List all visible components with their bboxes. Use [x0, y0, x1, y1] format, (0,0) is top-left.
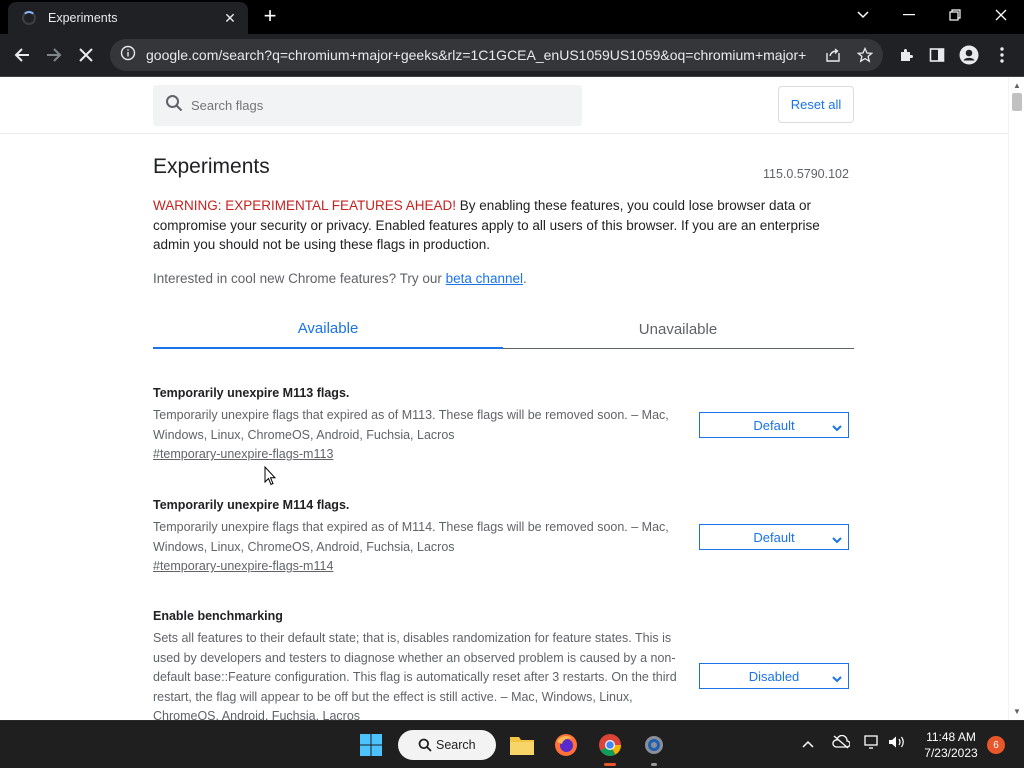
- search-flags-box[interactable]: [153, 85, 582, 126]
- flag-name: Temporarily unexpire M113 flags.: [153, 386, 350, 400]
- warning-heading: WARNING: EXPERIMENTAL FEATURES AHEAD!: [153, 198, 457, 213]
- show-hidden-icons-chevron-icon[interactable]: [802, 736, 814, 751]
- beta-channel-link[interactable]: beta channel: [446, 271, 523, 286]
- side-panel-icon[interactable]: [922, 40, 952, 70]
- tab-available[interactable]: Available: [153, 309, 503, 349]
- close-tab-icon[interactable]: ✕: [222, 10, 238, 27]
- share-icon[interactable]: [824, 46, 842, 64]
- system-clock[interactable]: 11:48 AM 7/23/2023: [918, 729, 984, 761]
- stop-loading-button[interactable]: [71, 40, 101, 70]
- version-label: 115.0.5790.102: [763, 167, 849, 181]
- flag-item: Temporarily unexpire M114 flags. Tempora…: [153, 498, 854, 573]
- mouse-cursor-icon: [264, 465, 277, 486]
- beta-note-text: Interested in cool new Chrome features? …: [153, 271, 446, 286]
- flag-state-select[interactable]: Default: [699, 524, 849, 550]
- flag-state-select[interactable]: Default: [699, 412, 849, 438]
- beta-note-end: .: [522, 271, 527, 286]
- back-button[interactable]: [7, 40, 37, 70]
- profile-avatar-icon[interactable]: [954, 40, 984, 70]
- tab-unavailable[interactable]: Unavailable: [503, 309, 853, 349]
- clock-time: 11:48 AM: [926, 730, 976, 744]
- tab-search-chevron-icon[interactable]: [840, 0, 886, 30]
- active-app-indicator: [604, 763, 616, 766]
- scroll-up-arrow-icon[interactable]: ▲: [1013, 81, 1021, 90]
- address-bar[interactable]: google.com/search?q=chromium+major+geeks…: [110, 39, 883, 71]
- network-icon[interactable]: [864, 735, 882, 752]
- page-scrollbar[interactable]: ▲ ▼: [1008, 77, 1024, 720]
- chrome-icon[interactable]: [594, 729, 626, 766]
- volume-icon[interactable]: [888, 735, 906, 752]
- chevron-down-icon: [832, 532, 842, 547]
- minimize-button[interactable]: [886, 0, 932, 30]
- new-tab-button[interactable]: +: [259, 5, 281, 27]
- search-icon: [418, 738, 432, 755]
- chevron-down-icon: [832, 671, 842, 686]
- flag-state-value: Disabled: [748, 668, 800, 684]
- notification-badge[interactable]: 6: [987, 736, 1005, 754]
- settings-gear-icon[interactable]: [638, 729, 670, 766]
- browser-tab[interactable]: Experiments ✕: [8, 2, 248, 34]
- chevron-down-icon: [832, 420, 842, 435]
- flag-description: Temporarily unexpire flags that expired …: [153, 408, 669, 442]
- windows-taskbar: Search 11:48 AM 7/23/2023 6: [0, 720, 1024, 768]
- search-flags-input[interactable]: [191, 98, 571, 113]
- flag-description: Sets all features to their default state…: [153, 631, 677, 720]
- open-app-indicator: [651, 763, 657, 766]
- loading-spinner-icon: [22, 11, 36, 25]
- tab-title: Experiments: [48, 11, 118, 25]
- address-url: google.com/search?q=chromium+major+geeks…: [146, 47, 806, 63]
- onedrive-cloud-icon[interactable]: [832, 734, 851, 752]
- flags-tabs: Available Unavailable: [153, 309, 854, 349]
- bookmark-star-icon[interactable]: [856, 46, 874, 64]
- reset-all-button[interactable]: Reset all: [778, 86, 854, 123]
- file-explorer-icon[interactable]: [506, 729, 538, 761]
- flag-name: Temporarily unexpire M114 flags.: [153, 498, 350, 512]
- taskbar-search-button[interactable]: Search: [398, 730, 496, 760]
- clock-date: 7/23/2023: [924, 746, 978, 760]
- restore-button[interactable]: [932, 0, 978, 30]
- scroll-thumb[interactable]: [1012, 93, 1022, 111]
- beta-channel-note: Interested in cool new Chrome features? …: [153, 271, 527, 286]
- search-icon: [165, 94, 183, 117]
- page-title: Experiments: [153, 155, 270, 178]
- flag-anchor-link[interactable]: #temporary-unexpire-flags-m114: [153, 559, 854, 573]
- site-info-icon[interactable]: [120, 45, 136, 66]
- flag-description: Temporarily unexpire flags that expired …: [153, 520, 669, 554]
- title-bar: Experiments ✕ +: [0, 0, 1024, 34]
- warning-message: WARNING: EXPERIMENTAL FEATURES AHEAD! By…: [153, 196, 853, 255]
- flag-state-value: Default: [753, 529, 795, 545]
- extensions-puzzle-icon[interactable]: [891, 40, 921, 70]
- scroll-down-arrow-icon[interactable]: ▼: [1013, 707, 1021, 716]
- flags-header: Reset all: [0, 77, 1008, 134]
- menu-kebab-icon[interactable]: [987, 40, 1017, 70]
- flag-state-select[interactable]: Disabled: [699, 663, 849, 689]
- windows-start-icon[interactable]: [355, 729, 387, 761]
- flag-name: Enable benchmarking: [153, 609, 283, 623]
- browser-toolbar: google.com/search?q=chromium+major+geeks…: [0, 34, 1024, 77]
- forward-button[interactable]: [39, 40, 69, 70]
- firefox-icon[interactable]: [550, 729, 582, 761]
- flag-item: Enable benchmarking Sets all features to…: [153, 609, 854, 720]
- flag-state-value: Default: [753, 417, 795, 433]
- close-window-button[interactable]: [978, 0, 1024, 30]
- flag-item: Temporarily unexpire M113 flags. Tempora…: [153, 386, 854, 461]
- taskbar-search-label: Search: [436, 738, 476, 752]
- flags-page: Reset all Experiments 115.0.5790.102 WAR…: [0, 77, 1008, 720]
- flag-anchor-link[interactable]: #temporary-unexpire-flags-m113: [153, 447, 854, 461]
